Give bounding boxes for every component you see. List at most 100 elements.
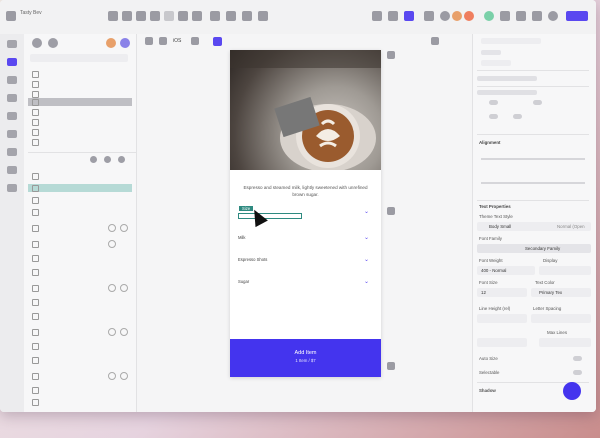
chevron-down-icon[interactable]: ⌄: [364, 234, 369, 241]
notifications-icon[interactable]: [500, 11, 510, 21]
text-align-group[interactable]: [477, 338, 527, 347]
user-avatar-3[interactable]: [464, 11, 474, 21]
visibility-icon[interactable]: [108, 224, 116, 232]
share-icon[interactable]: [258, 11, 268, 21]
rotate-icon[interactable]: [388, 11, 398, 21]
page-item[interactable]: [28, 80, 132, 88]
canvas-action-icon[interactable]: [387, 51, 395, 59]
widget-item[interactable]: [28, 356, 132, 364]
bug-icon[interactable]: [242, 11, 252, 21]
widget-item[interactable]: [28, 372, 132, 380]
more-icon[interactable]: [120, 284, 128, 292]
text-value-field[interactable]: [481, 60, 511, 66]
user-avatar-1[interactable]: [440, 11, 450, 21]
storyboard-icon[interactable]: [7, 94, 17, 102]
sugar-option[interactable]: Sugar ⌄: [238, 276, 373, 288]
widget-item[interactable]: [28, 342, 132, 350]
widget-item[interactable]: [28, 196, 132, 204]
ai-assist-icon[interactable]: [404, 11, 414, 21]
letter-spacing-input[interactable]: [531, 314, 591, 323]
espresso-shots-option[interactable]: Espresso Shots ⌄: [238, 254, 373, 266]
pages-icon[interactable]: [7, 40, 17, 48]
more-icon[interactable]: [120, 328, 128, 336]
media-icon[interactable]: [7, 148, 17, 156]
expand-icon[interactable]: [90, 156, 97, 163]
page-item[interactable]: [28, 70, 132, 78]
visibility-icon[interactable]: [108, 284, 116, 292]
device-icon[interactable]: [372, 11, 382, 21]
widget-name-field[interactable]: [481, 38, 541, 44]
fit-icon[interactable]: [431, 37, 439, 45]
auto-size-toggle[interactable]: [573, 356, 582, 361]
page-search-input[interactable]: [30, 54, 128, 62]
more-icon[interactable]: [120, 224, 128, 232]
text-style-select[interactable]: Body Small Normal (Open: [477, 222, 591, 231]
menu-icon[interactable]: [6, 11, 16, 21]
select-tool-icon[interactable]: [164, 11, 174, 21]
selectable-toggle[interactable]: [573, 370, 582, 375]
widget-item-selected[interactable]: [28, 184, 132, 192]
page-item[interactable]: [28, 90, 132, 98]
visibility-icon[interactable]: [108, 240, 116, 248]
widget-item[interactable]: [28, 172, 132, 180]
page-item[interactable]: [28, 128, 132, 136]
page-item[interactable]: [28, 138, 132, 146]
comment-icon[interactable]: [424, 11, 434, 21]
line-height-input[interactable]: [477, 314, 527, 323]
milk-option[interactable]: Milk ⌄: [238, 232, 373, 244]
components-icon[interactable]: [7, 76, 17, 84]
settings-rail-icon[interactable]: [7, 184, 17, 192]
visibility-icon[interactable]: [108, 372, 116, 380]
more-icon[interactable]: [120, 372, 128, 380]
collaborator-icon[interactable]: [106, 38, 116, 48]
widget-tree-icon[interactable]: [7, 58, 17, 66]
canvas-side-icon[interactable]: [387, 207, 395, 215]
undo-icon[interactable]: [108, 11, 118, 21]
page-item[interactable]: [28, 108, 132, 116]
widget-item[interactable]: [28, 284, 132, 292]
display-toggle-group[interactable]: [539, 266, 591, 275]
preview-icon[interactable]: [210, 11, 220, 21]
canvas-side-icon-2[interactable]: [387, 362, 395, 370]
font-family-select[interactable]: Secondary Family: [477, 244, 591, 253]
api-icon[interactable]: [7, 112, 17, 120]
code-icon[interactable]: [192, 11, 202, 21]
play-icon[interactable]: [226, 11, 236, 21]
chevron-down-icon[interactable]: ⌄: [364, 256, 369, 263]
layout-icon[interactable]: [178, 11, 188, 21]
font-size-input[interactable]: 12: [477, 288, 527, 297]
user-avatar-2[interactable]: [452, 11, 462, 21]
visibility-icon[interactable]: [108, 328, 116, 336]
scroll-toggle[interactable]: [513, 114, 522, 119]
ai-gen-icon[interactable]: [213, 37, 222, 46]
settings-icon[interactable]: [136, 11, 146, 21]
theme-icon[interactable]: [7, 166, 17, 174]
max-lines-input[interactable]: [539, 338, 591, 347]
widget-item[interactable]: [28, 254, 132, 262]
widget-item[interactable]: [28, 312, 132, 320]
options-icon[interactable]: [118, 156, 125, 163]
help-icon[interactable]: [516, 11, 526, 21]
zoom-icon[interactable]: [159, 37, 167, 45]
download-icon[interactable]: [532, 11, 542, 21]
widget-item[interactable]: [28, 398, 132, 406]
padding-toggle[interactable]: [489, 100, 498, 105]
zoom-out-icon[interactable]: [191, 37, 199, 45]
user-avatar-4[interactable]: [484, 11, 494, 21]
expanded-toggle[interactable]: [533, 100, 542, 105]
add-item-button[interactable]: Add Item 1 Item / $7: [230, 339, 381, 377]
add-page-icon[interactable]: [32, 38, 42, 48]
text-color-select[interactable]: Primary Tex: [531, 288, 591, 297]
widget-item[interactable]: [28, 328, 132, 336]
collaborator-icon-2[interactable]: [120, 38, 130, 48]
chevron-down-icon[interactable]: ⌄: [364, 208, 369, 215]
responsive-visibility-row[interactable]: [477, 76, 537, 81]
font-weight-select[interactable]: 400 - Normal: [477, 266, 535, 275]
widget-item[interactable]: [28, 240, 132, 248]
vertical-alignment-slider[interactable]: [481, 182, 585, 184]
widget-item[interactable]: [28, 224, 132, 232]
widget-item[interactable]: [28, 268, 132, 276]
widget-item[interactable]: [28, 386, 132, 394]
widget-item[interactable]: [28, 208, 132, 216]
page-item-selected[interactable]: [28, 98, 132, 106]
